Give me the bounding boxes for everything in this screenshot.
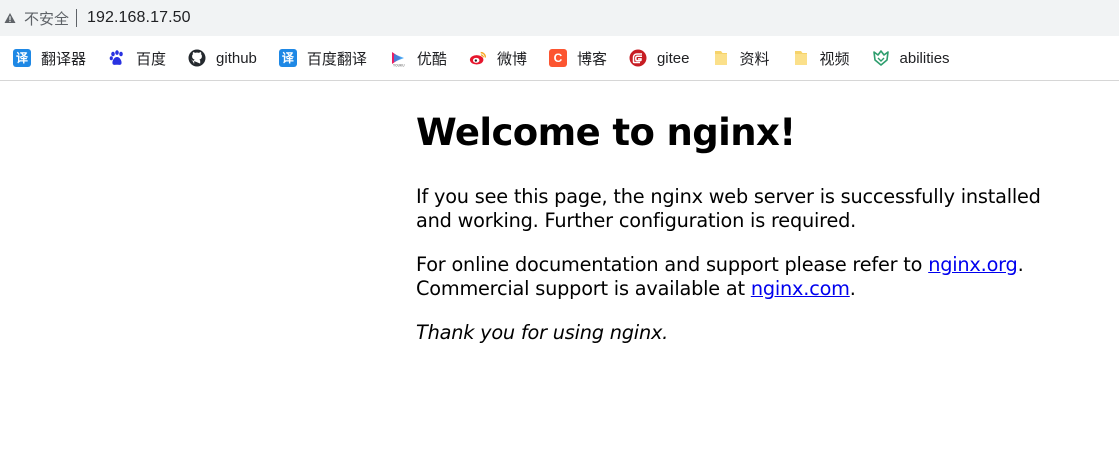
support-text-period: . xyxy=(1017,253,1024,277)
github-icon xyxy=(188,49,206,67)
bookmark-folder-materials[interactable]: 资料 xyxy=(712,44,770,72)
url-text[interactable]: 192.168.17.50 xyxy=(87,9,191,27)
bookmark-folder-videos[interactable]: 视频 xyxy=(792,44,850,72)
thanks-paragraph: Thank you for using nginx. xyxy=(416,321,1056,345)
warning-icon[interactable] xyxy=(2,10,18,26)
bookmark-baidu[interactable]: 百度 xyxy=(108,44,166,72)
security-status-label[interactable]: 不安全 xyxy=(24,8,69,29)
page-heading: Welcome to nginx! xyxy=(416,111,796,154)
gitee-icon xyxy=(629,49,647,67)
support-paragraph: For online documentation and support ple… xyxy=(416,253,1056,301)
bookmark-baidu-translate[interactable]: 译 百度翻译 xyxy=(278,44,367,72)
bookmark-weibo[interactable]: 微博 xyxy=(469,44,527,72)
folder-icon xyxy=(792,49,810,67)
nginx-org-link[interactable]: nginx.org xyxy=(928,253,1018,276)
folder-icon xyxy=(712,49,730,67)
bookmark-blog[interactable]: C 博客 xyxy=(548,44,607,72)
bookmark-label: 博客 xyxy=(576,50,607,68)
intro-paragraph: If you see this page, the nginx web serv… xyxy=(416,185,1041,233)
nginx-com-link[interactable]: nginx.com xyxy=(751,277,850,300)
bookmark-label: gitee xyxy=(656,49,690,67)
bookmark-label: abilities xyxy=(899,49,950,67)
bookmark-label: 视频 xyxy=(819,50,850,68)
bookmark-abilities[interactable]: abilities xyxy=(872,44,950,72)
bookmark-label: 优酷 xyxy=(416,50,447,68)
translate-icon: 译 xyxy=(278,49,297,67)
commercial-support-period: . xyxy=(849,277,856,301)
bookmark-youku[interactable]: YOUKU 优酷 xyxy=(389,44,447,72)
thanks-text: Thank you for using nginx. xyxy=(416,321,669,345)
bookmark-label: 百度翻译 xyxy=(306,50,367,68)
support-text: For online documentation and support ple… xyxy=(416,253,929,277)
bookmark-gitee[interactable]: gitee xyxy=(629,44,690,72)
csdn-icon: C xyxy=(548,49,567,67)
bookmark-label: 微博 xyxy=(496,50,527,68)
nginx-welcome-page: Welcome to nginx! If you see this page, … xyxy=(416,111,1056,365)
bookmark-label: 资料 xyxy=(739,50,770,68)
weibo-icon xyxy=(469,49,487,67)
bookmark-label: 翻译器 xyxy=(41,50,87,68)
translate-icon: 译 xyxy=(13,49,31,67)
bookmark-github[interactable]: github xyxy=(188,44,257,72)
commercial-support-text: Commercial support is available at xyxy=(416,277,751,301)
bookmark-label: github xyxy=(216,49,257,67)
abilities-icon xyxy=(872,49,890,67)
omnibox-divider xyxy=(76,9,78,27)
bookmark-translator[interactable]: 译 翻译器 xyxy=(13,44,86,72)
youku-icon: YOUKU xyxy=(389,49,407,67)
baidu-paw-icon xyxy=(108,49,126,67)
bookmark-label: 百度 xyxy=(136,50,167,68)
address-bar[interactable]: 不安全 192.168.17.50 xyxy=(0,0,1119,36)
bookmarks-bar: 译 翻译器 百度 github 译 百度翻译 YOUKU 优酷 微博 C 博客 xyxy=(0,36,1119,81)
svg-text:YOUKU: YOUKU xyxy=(393,64,405,68)
page-viewport: Welcome to nginx! If you see this page, … xyxy=(0,81,1119,455)
